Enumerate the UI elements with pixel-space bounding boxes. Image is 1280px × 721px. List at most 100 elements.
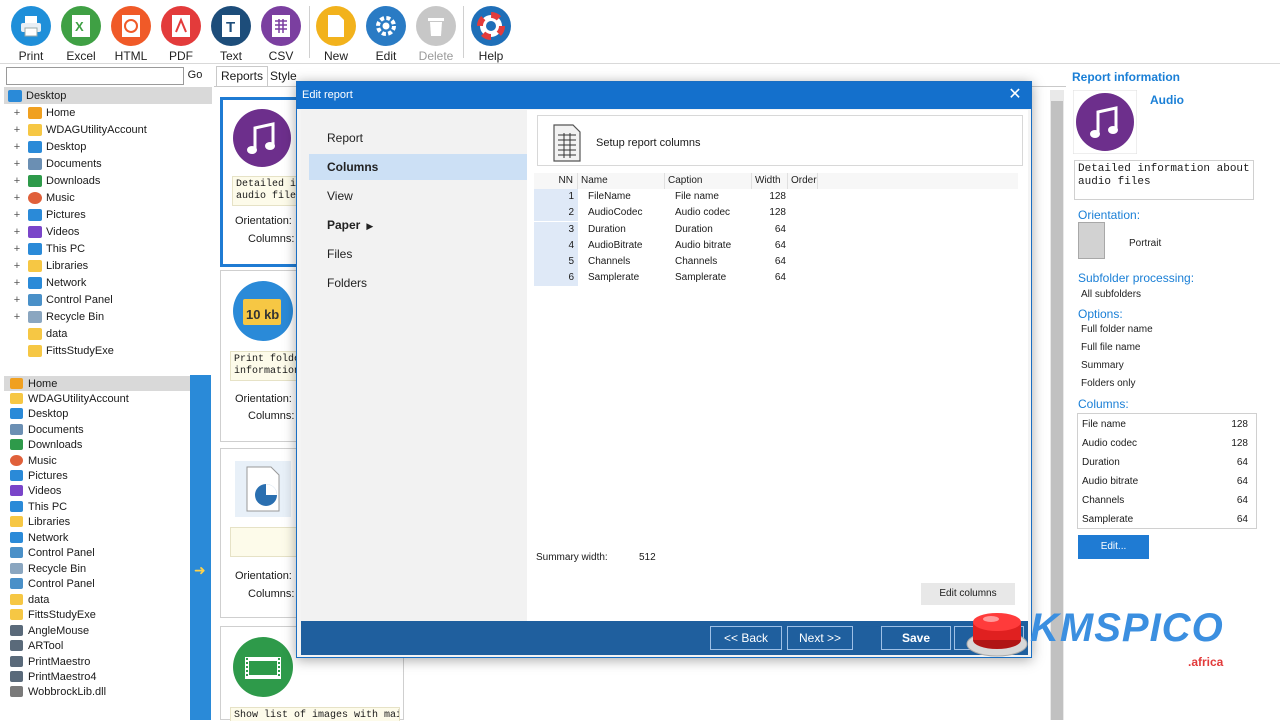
table-row[interactable]: 2 AudioCodec Audio codec 128: [534, 205, 1018, 221]
excel-icon: X: [61, 6, 101, 46]
edit-button[interactable]: Edit: [361, 4, 411, 63]
expand-icon[interactable]: +: [12, 226, 22, 238]
tree-item-data[interactable]: data: [4, 325, 212, 342]
nav-label: Files: [327, 247, 353, 261]
cell-caption: Channels: [675, 256, 718, 267]
save-button[interactable]: Save: [881, 626, 951, 650]
list-item[interactable]: Videos: [4, 483, 190, 498]
dialog-title-bar[interactable]: Edit report ✕: [297, 82, 1031, 109]
expand-icon[interactable]: +: [12, 294, 22, 306]
html-button[interactable]: HTML: [106, 4, 156, 63]
list-item-label: Music: [28, 454, 57, 467]
list-item[interactable]: Pictures: [4, 468, 190, 483]
expand-icon[interactable]: +: [12, 124, 22, 136]
table-row[interactable]: 4 AudioBitrate Audio bitrate 64: [534, 238, 1018, 254]
table-row[interactable]: 3 Duration Duration 64: [534, 222, 1018, 238]
nav-folders[interactable]: Folders: [309, 270, 527, 296]
grid-header-nn[interactable]: NN: [534, 173, 578, 189]
list-item[interactable]: Downloads: [4, 437, 190, 452]
print-button[interactable]: Print: [6, 4, 56, 63]
tree-item-control-panel[interactable]: + Control Panel: [4, 291, 212, 308]
delete-button[interactable]: Delete: [411, 4, 461, 63]
list-item[interactable]: AngleMouse: [4, 623, 190, 638]
tree-item-documents[interactable]: + Documents: [4, 155, 212, 172]
expand-icon[interactable]: +: [12, 158, 22, 170]
tree-item-this-pc[interactable]: + This PC: [4, 240, 212, 257]
folder-tree: Desktop + Home + WDAGUtilityAccount + Deskt…: [4, 87, 212, 367]
tree-item-fittsstudyexe[interactable]: FittsStudyExe: [4, 342, 212, 359]
tree-item-videos[interactable]: + Videos: [4, 223, 212, 240]
excel-button[interactable]: X Excel: [56, 4, 106, 63]
list-item[interactable]: Control Panel: [4, 576, 190, 591]
grid-header-caption[interactable]: Caption: [665, 173, 752, 189]
tree-item-label: Libraries: [46, 259, 89, 272]
tree-item-label: Downloads: [46, 174, 101, 187]
expand-icon[interactable]: +: [12, 311, 22, 323]
splitter-bar[interactable]: [190, 375, 211, 720]
expand-icon[interactable]: +: [12, 209, 22, 221]
back-button[interactable]: << Back: [710, 626, 782, 650]
table-row[interactable]: 5 Channels Channels 64: [534, 254, 1018, 270]
edit-report-button[interactable]: Edit...: [1078, 535, 1149, 559]
expand-icon[interactable]: +: [12, 175, 22, 187]
expand-icon[interactable]: +: [12, 141, 22, 153]
list-item[interactable]: WDAGUtilityAccount: [4, 391, 190, 406]
expand-icon[interactable]: +: [12, 107, 22, 119]
help-button[interactable]: Help: [466, 4, 516, 63]
expand-icon[interactable]: +: [12, 243, 22, 255]
nav-columns[interactable]: Columns: [309, 154, 527, 180]
list-item[interactable]: Documents: [4, 422, 190, 437]
list-item[interactable]: This PC: [4, 499, 190, 514]
tab-reports[interactable]: Reports: [216, 66, 268, 86]
grid-header-order[interactable]: Order: [788, 173, 818, 189]
tree-item-pictures[interactable]: + Pictures: [4, 206, 212, 223]
list-item[interactable]: PrintMaestro: [4, 654, 190, 669]
dialog-nav: Report Columns View Paper ▶ Files Folders: [301, 110, 527, 621]
nav-view[interactable]: View: [309, 183, 527, 209]
table-row[interactable]: 1 FileName File name 128: [534, 189, 1018, 205]
close-icon[interactable]: ✕: [1003, 84, 1027, 106]
list-item[interactable]: Music: [4, 453, 190, 468]
expand-icon[interactable]: +: [12, 260, 22, 272]
tree-item-home[interactable]: + Home: [4, 104, 212, 121]
list-item[interactable]: Control Panel: [4, 545, 190, 560]
nav-paper[interactable]: Paper ▶: [309, 212, 527, 238]
list-item[interactable]: ARTool: [4, 638, 190, 653]
tree-item-label: This PC: [46, 242, 86, 255]
new-button[interactable]: New: [311, 4, 361, 63]
text-button[interactable]: T Text: [206, 4, 256, 63]
tree-item-desktop[interactable]: + Desktop: [4, 138, 212, 155]
nav-files[interactable]: Files: [309, 241, 527, 267]
tree-item-network[interactable]: + Network: [4, 274, 212, 291]
edit-columns-button[interactable]: Edit columns: [921, 583, 1015, 605]
list-item[interactable]: Network: [4, 530, 190, 545]
info-column-caption: Audio bitrate: [1082, 476, 1139, 487]
nav-report[interactable]: Report: [309, 125, 527, 151]
tree-item-music[interactable]: + Music: [4, 189, 212, 206]
next-button[interactable]: Next >>: [787, 626, 853, 650]
arrow-right-icon[interactable]: ➜: [194, 563, 207, 577]
expand-icon[interactable]: +: [12, 192, 22, 204]
list-item[interactable]: FittsStudyExe: [4, 607, 190, 622]
list-item[interactable]: WobbrockLib.dll: [4, 684, 190, 699]
table-row[interactable]: 6 Samplerate Samplerate 64: [534, 270, 1018, 286]
list-item[interactable]: Libraries: [4, 514, 190, 529]
list-item[interactable]: data: [4, 592, 190, 607]
list-item[interactable]: PrintMaestro4: [4, 669, 190, 684]
go-button[interactable]: Go: [184, 67, 206, 85]
grid-header-width[interactable]: Width: [752, 173, 788, 189]
tree-item-recycle-bin[interactable]: + Recycle Bin: [4, 308, 212, 325]
tree-item-downloads[interactable]: + Downloads: [4, 172, 212, 189]
list-item[interactable]: Recycle Bin: [4, 561, 190, 576]
expand-icon[interactable]: +: [12, 277, 22, 289]
list-item[interactable]: Desktop: [4, 406, 190, 421]
search-input[interactable]: [6, 67, 184, 85]
tree-item-desktop-root[interactable]: Desktop: [4, 87, 212, 104]
cell-name: AudioBitrate: [588, 240, 643, 251]
csv-button[interactable]: CSV: [256, 4, 306, 63]
tree-item-wdagutilityaccount[interactable]: + WDAGUtilityAccount: [4, 121, 212, 138]
list-item[interactable]: Home: [4, 376, 190, 391]
grid-header-name[interactable]: Name: [578, 173, 665, 189]
pdf-button[interactable]: PDF: [156, 4, 206, 63]
tree-item-libraries[interactable]: + Libraries: [4, 257, 212, 274]
